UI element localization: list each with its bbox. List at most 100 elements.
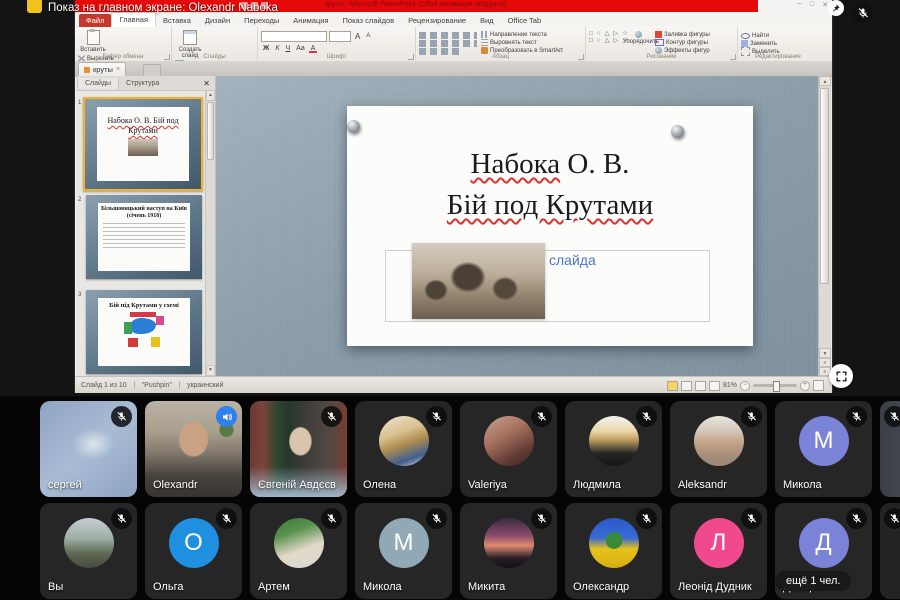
zoom-slider-thumb[interactable] — [773, 381, 780, 392]
list-buttons[interactable] — [419, 32, 477, 39]
dialog-launcher-icon[interactable] — [730, 54, 736, 60]
dialog-launcher-icon[interactable] — [164, 54, 170, 60]
ribbon-tab-Office Tab[interactable]: Office Tab — [501, 14, 549, 27]
infographic — [124, 312, 164, 350]
avatar — [694, 416, 744, 466]
maximize-button[interactable]: □ — [810, 1, 814, 9]
slide-paper[interactable]: Набока О. В.Бій под Крутами слайда — [347, 106, 753, 346]
participant-tile-partial[interactable] — [880, 503, 900, 599]
participant-tile-Людмила[interactable]: Людмила — [565, 401, 662, 497]
paste-button[interactable]: Вставить — [78, 29, 108, 53]
text-direction-button[interactable]: Направление текста — [481, 31, 563, 38]
ribbon-tab-Рецензирование[interactable]: Рецензирование — [401, 14, 473, 27]
replace-button[interactable]: Заменить — [741, 40, 780, 47]
arrange-button[interactable]: Упорядочить — [623, 29, 653, 45]
fit-to-window-button[interactable] — [813, 380, 824, 391]
slide-canvas[interactable]: Набока О. В.Бій под Крутами слайда — [216, 76, 818, 376]
participant-tile-Микола[interactable]: ММикола — [775, 401, 872, 497]
participant-tile-Євгеній Авдєєв[interactable]: Євгеній Авдєєв — [250, 401, 347, 497]
ribbon-tab-Вид[interactable]: Вид — [473, 14, 501, 27]
pin-icon[interactable] — [828, 0, 844, 16]
slide-sorter-button[interactable] — [681, 381, 692, 391]
vertical-scrollbar[interactable]: ▲ ▼ ≡ ≡ — [818, 76, 831, 376]
participant-tile-Олена[interactable]: Олена — [355, 401, 452, 497]
tab-close-icon[interactable]: × — [116, 66, 120, 73]
document-tab[interactable]: круты × — [78, 62, 126, 76]
slide-title[interactable]: Набока О. В.Бій под Крутами — [347, 106, 753, 226]
ribbon-tab-Дизайн[interactable]: Дизайн — [198, 14, 237, 27]
participant-tile-Вы[interactable]: Вы — [40, 503, 137, 599]
change-case-button[interactable]: Аа — [294, 44, 307, 53]
underline-button[interactable]: Ч — [283, 44, 292, 53]
slide-thumbnail-1[interactable]: Набока О. В. Бій под Крутами — [83, 97, 203, 191]
zoom-in-button[interactable]: + — [800, 381, 810, 391]
thumbnail-title: Набока О. В. Бій под Крутами — [97, 116, 190, 136]
zoom-slider[interactable] — [753, 384, 797, 387]
panel-close-icon[interactable]: ✕ — [198, 79, 215, 88]
participant-tile-Артем[interactable]: Артем — [250, 503, 347, 599]
scroll-down-icon[interactable]: ▼ — [819, 348, 831, 358]
scroll-up-icon[interactable]: ▲ — [206, 90, 215, 101]
tab-slides[interactable]: Слайды — [77, 78, 119, 89]
scroll-up-icon[interactable]: ▲ — [819, 76, 831, 86]
normal-view-button[interactable] — [667, 381, 678, 391]
battle-image[interactable] — [412, 243, 545, 319]
previous-slide-button[interactable]: ≡ — [819, 358, 831, 367]
shapes-gallery-row2[interactable]: □ ○ △ ▷ ☆ — [589, 37, 623, 44]
ribbon-tab-Главная[interactable]: Главная — [111, 12, 156, 27]
dialog-launcher-icon[interactable] — [578, 54, 584, 60]
shrink-font-button[interactable]: А — [364, 32, 372, 41]
participant-tile-Valeriya[interactable]: Valeriya — [460, 401, 557, 497]
font-name-select[interactable] — [261, 31, 327, 42]
ribbon-tab-Переходы[interactable]: Переходы — [237, 14, 286, 27]
alignment-buttons[interactable] — [419, 40, 477, 47]
font-size-select[interactable] — [329, 31, 351, 42]
slide-thumbnail-2[interactable]: Більшовицький наступ на Київ (січень 191… — [86, 195, 202, 279]
slide-thumbnail-3[interactable]: Бій під Крутами у схемі — [86, 290, 202, 374]
participant-tile-сергей[interactable]: сергей — [40, 401, 137, 497]
fullscreen-button[interactable] — [829, 364, 853, 388]
scroll-down-icon[interactable]: ▼ — [206, 365, 215, 376]
minimize-button[interactable]: ─ — [797, 1, 802, 9]
italic-button[interactable]: К — [273, 44, 281, 53]
tab-outline[interactable]: Структура — [119, 78, 166, 89]
slideshow-button[interactable] — [709, 381, 720, 391]
participant-tile-Олександр[interactable]: Олександр — [565, 503, 662, 599]
scrollbar-thumb[interactable] — [820, 88, 829, 284]
smartart-button[interactable]: Преобразовать в SmartArt — [481, 47, 563, 54]
shape-effects-button[interactable]: Эффекты фигур — [655, 47, 710, 54]
bold-button[interactable]: Ж — [261, 44, 271, 53]
ribbon-tab-Файл[interactable]: Файл — [79, 14, 111, 27]
find-button[interactable]: Найти — [741, 32, 780, 39]
zoom-out-button[interactable]: − — [740, 381, 750, 391]
infographic-block — [128, 338, 138, 347]
font-color-button[interactable]: А — [309, 44, 318, 53]
participant-tile-Aleksandr[interactable]: Aleksandr — [670, 401, 767, 497]
scrollbar-thumb[interactable] — [207, 102, 214, 160]
shape-fill-button[interactable]: Заливка фигуры — [655, 31, 710, 38]
participant-tile-Леонід Дудник[interactable]: ЛЛеонід Дудник — [670, 503, 767, 599]
new-document-tab[interactable] — [143, 64, 161, 76]
ribbon-tab-Анимация[interactable]: Анимация — [286, 14, 335, 27]
avatar — [589, 518, 639, 568]
participant-tile-Olexandr[interactable]: Olexandr — [145, 401, 242, 497]
thumbnail-paper: Більшовицький наступ на Київ (січень 191… — [98, 203, 191, 272]
participant-tile-Микола[interactable]: ММикола — [355, 503, 452, 599]
ribbon-tab-Показ слайдов[interactable]: Показ слайдов — [336, 14, 402, 27]
language-label[interactable]: украинский — [187, 382, 224, 389]
align-text-button[interactable]: Выровнять текст — [481, 39, 563, 46]
shapes-gallery[interactable]: □ ○ △ ▷ ☆ — [589, 30, 623, 37]
mic-muted-icon[interactable] — [852, 2, 873, 23]
subtitle-text[interactable]: слайда — [549, 252, 596, 268]
grow-font-button[interactable]: А — [353, 32, 362, 41]
more-participants-badge[interactable]: ещё 1 чел. — [775, 571, 851, 591]
participant-tile-partial[interactable] — [880, 401, 900, 497]
shape-outline-button[interactable]: Контур фигуры — [655, 39, 710, 46]
panel-scrollbar[interactable]: ▲ ▼ — [205, 90, 215, 376]
dialog-launcher-icon[interactable] — [408, 54, 414, 60]
ribbon-tab-Вставка[interactable]: Вставка — [156, 14, 198, 27]
participant-tile-Ольга[interactable]: ООльга — [145, 503, 242, 599]
mic-muted-icon — [636, 508, 657, 529]
reading-view-button[interactable] — [695, 381, 706, 391]
participant-tile-Микита[interactable]: Микита — [460, 503, 557, 599]
